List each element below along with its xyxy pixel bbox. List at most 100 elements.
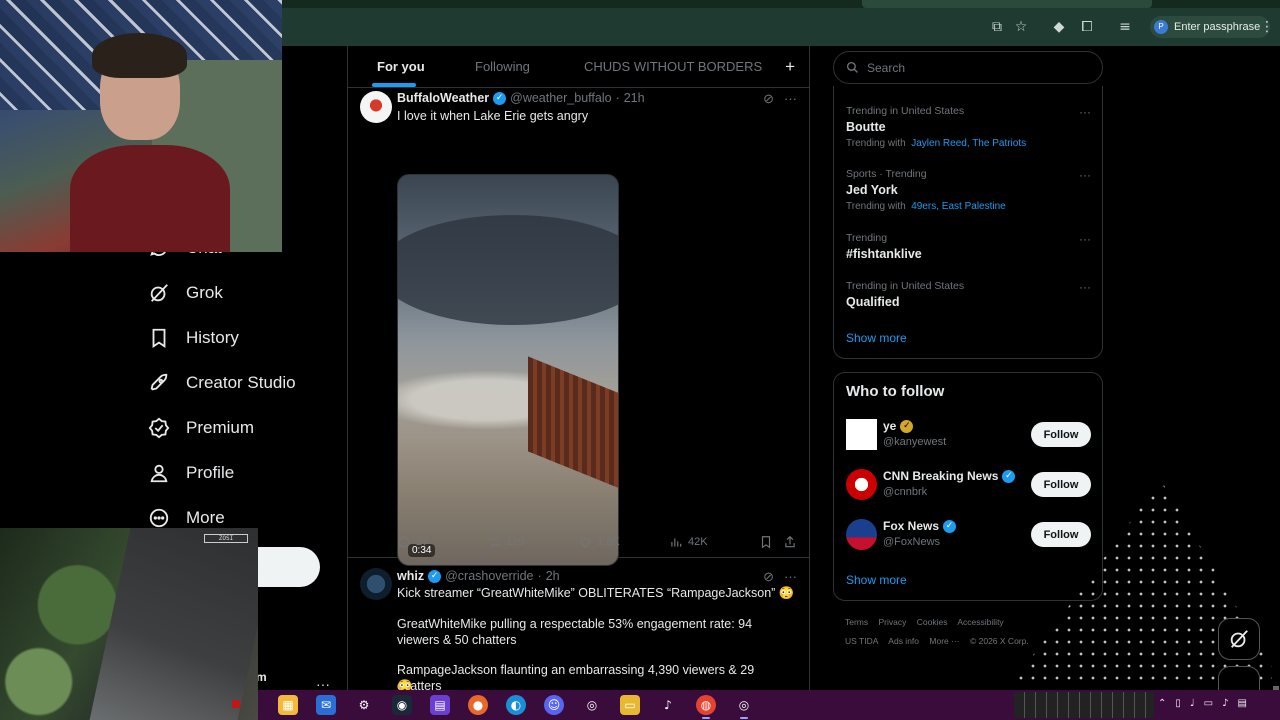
search-input[interactable]: Search	[833, 51, 1103, 84]
tweet-time[interactable]: 2h	[546, 569, 560, 583]
network-icon[interactable]: ▭	[1204, 698, 1213, 709]
extension-icon[interactable]: ◆	[1050, 18, 1068, 36]
microphone-icon[interactable]: ♩	[1190, 698, 1195, 709]
trends-show-more[interactable]: Show more	[846, 331, 907, 345]
author-handle[interactable]: @crashoverride	[445, 569, 533, 583]
media-control-icon[interactable]: ≡	[1116, 18, 1134, 36]
tweet[interactable]: BuffaloWeather ✓ @weather_buffalo · 21h …	[348, 88, 809, 566]
more-icon[interactable]: ···	[784, 91, 797, 107]
add-tab-button[interactable]: +	[785, 46, 795, 88]
author-handle[interactable]: @weather_buffalo	[510, 91, 611, 105]
phone-link-icon[interactable]: ▯	[1175, 698, 1181, 709]
browser-tab[interactable]	[862, 0, 1152, 8]
tweet-header: whiz ✓ @crashoverride · 2h	[397, 569, 560, 583]
avatar[interactable]	[360, 568, 392, 600]
bookmark-button[interactable]	[759, 535, 773, 549]
folder-icon[interactable]: ▭	[620, 695, 640, 715]
footer-link[interactable]: More ···	[929, 636, 959, 646]
share-button[interactable]	[783, 535, 797, 549]
follow-suggestion[interactable]: CNN Breaking News ✓ @cnnbrk Follow	[846, 469, 1091, 503]
nav-creator-studio[interactable]: Creator Studio	[148, 363, 296, 403]
install-app-icon[interactable]: ⧉	[988, 18, 1006, 36]
menu-kebab-icon[interactable]: ⋮	[1258, 18, 1276, 36]
account-name[interactable]: ye ✓	[883, 419, 914, 433]
footer-link[interactable]: Cookies	[917, 617, 948, 627]
account-name[interactable]: Fox News ✓	[883, 519, 957, 533]
nav-grok[interactable]: Grok	[148, 273, 223, 313]
more-icon[interactable]: ···	[1079, 280, 1091, 294]
volume-icon[interactable]: ♪	[1222, 698, 1228, 709]
edge-icon[interactable]: ◐	[506, 695, 526, 715]
footer-link[interactable]: Accessibility	[957, 617, 1003, 627]
notification-icon[interactable]: ▤	[1237, 698, 1246, 709]
footer-link[interactable]: US TIDA	[845, 636, 878, 646]
follow-show-more[interactable]: Show more	[846, 573, 907, 587]
repost-button[interactable]: 129	[487, 535, 524, 549]
avatar[interactable]	[360, 91, 392, 123]
settings-gear-icon[interactable]: ⚙	[354, 695, 374, 715]
profile-chip[interactable]: P Enter passphrase	[1150, 16, 1271, 38]
bookmark-star-icon[interactable]: ☆	[1012, 18, 1030, 36]
grok-icon	[1230, 630, 1248, 648]
like-button[interactable]: 1.3K	[578, 535, 620, 549]
tab-following[interactable]: Following	[475, 46, 530, 88]
verified-icon: ✓	[428, 569, 442, 583]
tweet-time[interactable]: 21h	[624, 91, 645, 105]
more-icon[interactable]: ···	[1079, 105, 1091, 119]
follow-button[interactable]: Follow	[1031, 422, 1091, 447]
tweet-video[interactable]: 0:34	[397, 174, 619, 566]
avatar[interactable]	[846, 419, 877, 450]
trend-item[interactable]: Trending in United States Qualified ···	[846, 280, 1091, 309]
grok-icon[interactable]: ⊘	[763, 569, 774, 585]
nav-profile[interactable]: Profile	[148, 453, 234, 493]
nav-label: Premium	[186, 418, 255, 437]
media-app-icon[interactable]: ▤	[430, 695, 450, 715]
footer-link[interactable]: Ads info	[888, 636, 919, 646]
nav-premium[interactable]: Premium	[148, 408, 254, 448]
discord-icon[interactable]: ☺	[544, 695, 564, 715]
more-icon[interactable]: ···	[1079, 168, 1091, 182]
more-icon[interactable]: ···	[784, 569, 797, 585]
grok-icon[interactable]: ⊘	[763, 91, 774, 107]
tab-chuds-without-borders[interactable]: CHUDS WITHOUT BORDERS	[584, 46, 762, 88]
follow-button[interactable]: Follow	[1031, 522, 1091, 547]
views-button[interactable]: 42K	[669, 535, 708, 549]
follow-suggestion[interactable]: Fox News ✓ @FoxNews Follow	[846, 519, 1091, 553]
profile-avatar: P	[1154, 20, 1168, 34]
reply-button[interactable]: 27	[397, 535, 428, 549]
trend-item[interactable]: Sports · Trending Jed York Trending with…	[846, 168, 1091, 212]
webcam-person	[70, 33, 230, 252]
scrollbar[interactable]	[1272, 46, 1280, 690]
chrome-icon[interactable]: ◍	[696, 695, 716, 719]
account-name[interactable]: CNN Breaking News ✓	[883, 469, 1016, 483]
extensions-puzzle-icon[interactable]: ⧠	[1078, 18, 1096, 36]
firefox-icon[interactable]: ●	[468, 695, 488, 715]
nav-history[interactable]: History	[148, 318, 239, 358]
cnn-logo-icon[interactable]	[846, 469, 877, 500]
trend-with-links[interactable]: 49ers, East Palestine	[911, 201, 1006, 212]
author-name[interactable]: whiz	[397, 569, 424, 583]
tweet[interactable]: whiz ✓ @crashoverride · 2h ⊘ ··· Kick st…	[348, 559, 809, 690]
follow-button[interactable]: Follow	[1031, 472, 1091, 497]
file-explorer-icon[interactable]: ▦	[278, 695, 298, 715]
fox-news-logo-icon[interactable]	[846, 519, 877, 550]
more-icon[interactable]: ···	[1079, 232, 1091, 246]
author-name[interactable]: BuffaloWeather	[397, 91, 489, 105]
mail-icon[interactable]: ✉	[316, 695, 336, 715]
chevron-up-icon[interactable]: ⌃	[1158, 698, 1166, 709]
grok-floating-button[interactable]	[1218, 618, 1260, 660]
obs-icon[interactable]: ◎	[582, 695, 602, 715]
trend-item[interactable]: Trending in United States Boutte Trendin…	[846, 105, 1091, 149]
follow-suggestion[interactable]: ye ✓ @kanyewest Follow	[846, 419, 1091, 453]
footer-links: Terms Privacy Cookies Accessibility	[845, 613, 1065, 632]
footer-link[interactable]: Privacy	[879, 617, 907, 627]
trend-with-links[interactable]: Jaylen Reed, The Patriots	[911, 138, 1026, 149]
footer-link[interactable]: Terms	[845, 617, 868, 627]
steam-icon[interactable]: ◉	[392, 695, 412, 715]
trend-item[interactable]: Trending #fishtanklive ···	[846, 232, 1091, 261]
tweet-actions: 27 129 1.3K 42K	[397, 535, 801, 553]
tiktok-icon[interactable]: ♪	[658, 695, 678, 715]
tab-for-you[interactable]: For you	[377, 46, 425, 88]
recording-app-icon[interactable]: ◎	[734, 695, 754, 719]
account-handle: @FoxNews	[883, 536, 941, 548]
